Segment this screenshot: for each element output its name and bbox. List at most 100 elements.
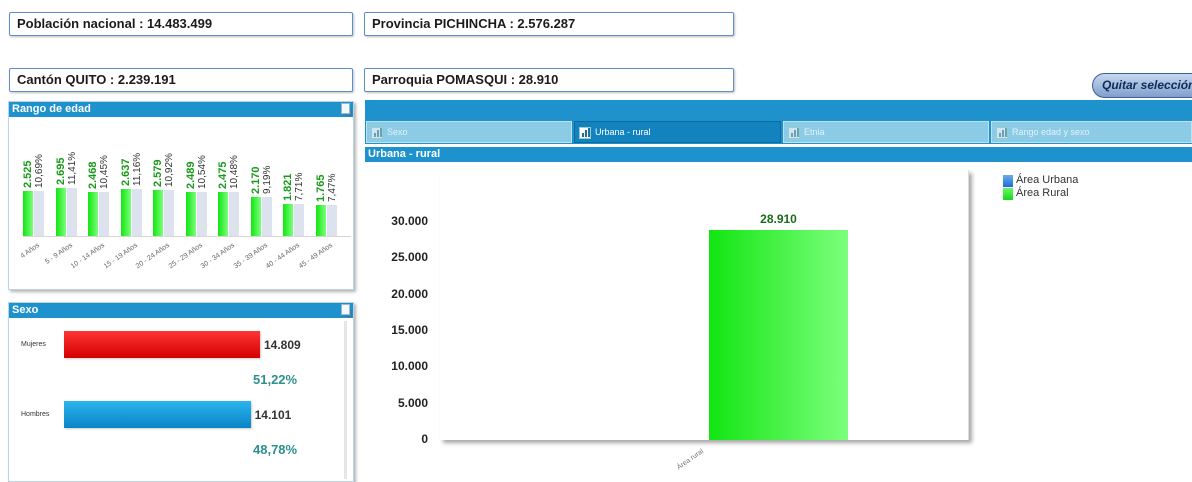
quitar-seleccion-button[interactable]: Quitar selección (1092, 73, 1192, 98)
age-bar-percent (164, 190, 174, 236)
bar-chart-icon (371, 127, 383, 139)
age-category-label: 20 - 24 Años (134, 242, 172, 271)
poblacion-nacional-box: Población nacional : 14.483.499 (9, 12, 353, 36)
age-percent-label: 9,19% (261, 165, 273, 195)
age-bar-count (120, 189, 131, 236)
y-tick-label: 0 (421, 432, 428, 446)
age-value-label: 2.475 (217, 161, 229, 189)
bar-chart-icon (579, 127, 591, 139)
sexo-title-bar: Sexo (9, 303, 353, 318)
provincia-text: Provincia PICHINCHA : 2.576.287 (372, 16, 576, 31)
age-bar-count (153, 190, 163, 236)
sexo-value-label: 14.809 (264, 338, 301, 352)
age-percent-label: 7,47% (326, 173, 338, 202)
age-bar-count (283, 203, 293, 236)
age-percent-label: 7,71% (294, 172, 305, 201)
y-tick-label: 5.000 (397, 395, 428, 410)
canton-text: Cantón QUITO : 2.239.191 (17, 72, 176, 87)
age-category-label: 30 - 34 Años (199, 242, 237, 271)
y-tick-label: 15.000 (391, 323, 428, 337)
age-category-label: 40 - 44 Años (264, 242, 302, 271)
sexo-scrollbar[interactable] (344, 321, 347, 479)
age-value-label: 2.468 (87, 161, 99, 190)
y-tick-label: 20.000 (391, 286, 428, 301)
age-bar-count (88, 192, 98, 236)
age-bar-count (23, 191, 33, 236)
bar-value-label: 28.910 (760, 211, 797, 226)
age-bar-percent (326, 204, 337, 236)
provincia-box: Provincia PICHINCHA : 2.576.287 (364, 12, 734, 36)
age-bar-count (55, 188, 66, 236)
sexo-bar (64, 331, 260, 358)
legend: Área Urbana Área Rural (1003, 174, 1136, 204)
tab-etnia[interactable]: Etnia (783, 121, 989, 143)
age-bar-count (250, 197, 261, 236)
sexo-value-label: 14.101 (254, 408, 292, 422)
age-bar-percent (131, 189, 142, 236)
tab-bar: Sexo Urbana - rural Etnia Rango edad y s… (365, 120, 1192, 144)
rango-edad-panel: Rango de edad 2.525 10,69% 4 Años 2.695 11,4… (8, 101, 354, 290)
tab-label: Urbana - rural (595, 127, 651, 137)
sexo-row-label: Mujeres (21, 341, 46, 348)
main-chart: 0 5.000 10.000 15.000 20.000 25.000 30.000 28.9… (365, 162, 1192, 479)
age-bar-percent (294, 203, 304, 236)
age-value-label: 2.489 (184, 161, 197, 189)
age-percent-label: 11,41% (66, 151, 78, 185)
sexo-percent-label: 48,78% (253, 442, 298, 457)
export-icon[interactable] (341, 304, 352, 317)
tab-rango-edad-sexo[interactable]: Rango edad y sexo (991, 121, 1192, 143)
y-tick-label: 30.000 (391, 214, 428, 228)
age-percent-label: 10,92% (164, 153, 175, 188)
age-percent-label: 11,16% (131, 152, 143, 187)
age-bar-percent (34, 191, 44, 236)
y-tick-label: 25.000 (391, 250, 428, 265)
legend-item-urbana: Área Urbana (1003, 174, 1079, 187)
age-value-label: 2.579 (152, 159, 164, 188)
parroquia-text: Parroquia POMASQUI : 28.910 (372, 72, 559, 87)
age-bar-percent (66, 188, 77, 236)
chart-title-bar: Urbana - rural (365, 147, 1192, 162)
tab-label: Sexo (387, 127, 408, 137)
legend-swatch (1003, 188, 1013, 200)
age-bar-count (218, 191, 228, 236)
bar-area-rural (709, 229, 848, 440)
tab-label: Rango edad y sexo (1012, 127, 1090, 137)
tab-sexo[interactable]: Sexo (366, 121, 572, 143)
legend-label: Área Urbana (1016, 174, 1079, 186)
age-bar-count (315, 204, 326, 236)
sexo-title: Sexo (12, 304, 39, 316)
age-baseline (23, 236, 351, 237)
age-chart: 2.525 10,69% 4 Años 2.695 11,41% 5 - 9 Años 2.… (9, 118, 353, 289)
parroquia-box: Parroquia POMASQUI : 28.910 (364, 68, 734, 92)
bar-chart-icon (996, 127, 1008, 139)
chart-title: Urbana - rural (368, 148, 441, 160)
bar-chart-icon (788, 127, 800, 139)
age-bar-percent (229, 191, 239, 236)
x-category-label: Área rural (675, 448, 706, 472)
main-panel-topbar (365, 100, 1192, 120)
sex-chart: Mujeres 14.809 51,22% Hombres 14.101 48,78% (9, 319, 353, 481)
age-bar-percent (196, 191, 207, 236)
age-category-label: 10 - 14 Años (69, 242, 107, 271)
y-tick-label: 10.000 (391, 359, 428, 374)
age-bar-percent (99, 192, 109, 236)
sexo-panel: Sexo Mujeres 14.809 51,22% Hombres 14.101 48,… (8, 302, 354, 482)
age-value-label: 2.695 (54, 157, 67, 185)
age-percent-label: 10,69% (34, 154, 45, 189)
legend-label: Área Rural (1016, 187, 1069, 199)
age-value-label: 2.637 (119, 158, 132, 187)
main-panel: Sexo Urbana - rural Etnia Rango edad y s… (365, 100, 1192, 479)
legend-item-rural: Área Rural (1003, 187, 1069, 200)
age-percent-label: 10,48% (229, 154, 240, 189)
sexo-row-label: Hombres (21, 411, 50, 418)
rango-edad-title-bar: Rango de edad (9, 102, 353, 117)
age-bar-percent (261, 197, 272, 236)
tab-label: Etnia (804, 127, 825, 137)
age-value-label: 1.765 (314, 174, 327, 202)
tab-urbana-rural[interactable]: Urbana - rural (574, 121, 781, 143)
age-value-label: 1.821 (282, 173, 294, 201)
sexo-bar (64, 401, 251, 428)
poblacion-nacional-text: Población nacional : 14.483.499 (17, 16, 213, 31)
rango-edad-title: Rango de edad (12, 103, 91, 115)
export-icon[interactable] (341, 103, 352, 116)
